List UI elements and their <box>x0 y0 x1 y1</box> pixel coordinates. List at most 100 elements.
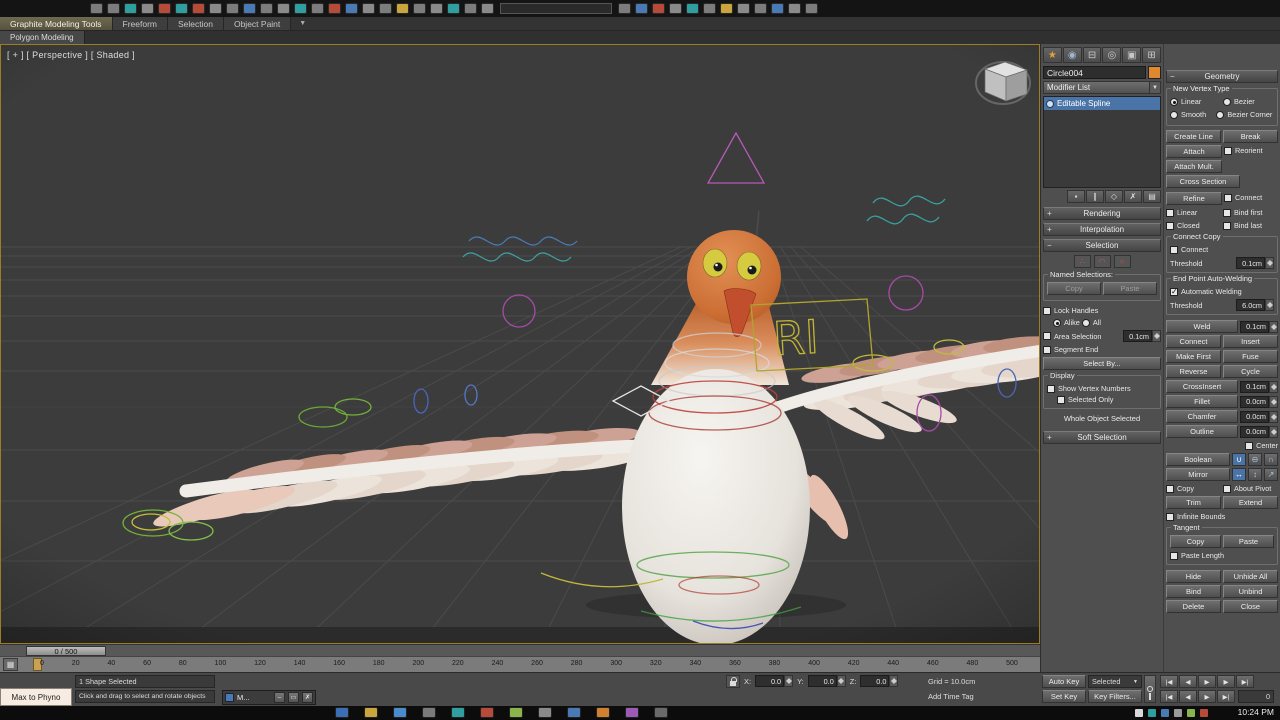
bezier-vertex-radio[interactable]: Bezier <box>1223 96 1274 107</box>
area-selection-spinner[interactable]: 0.1cm <box>1123 330 1161 342</box>
boolean-subtract-icon[interactable]: ⊖ <box>1248 453 1262 466</box>
backward-button[interactable]: ◀ <box>1179 690 1197 703</box>
bind-button[interactable]: Bind <box>1166 585 1221 598</box>
taskbar-app-4[interactable] <box>509 707 523 718</box>
mirror-vertical-icon[interactable]: ↕ <box>1248 468 1262 481</box>
percent-snap-icon[interactable] <box>396 3 409 14</box>
tangent-paste-button[interactable]: Paste <box>1223 535 1274 548</box>
next-frame-button[interactable]: ▶ <box>1217 675 1235 688</box>
weld-spinner[interactable]: 0.1cm <box>1240 320 1278 333</box>
make-first-button[interactable]: Make First <box>1166 350 1221 363</box>
material-editor-icon[interactable] <box>669 3 682 14</box>
tray-icon-4[interactable] <box>1174 709 1182 717</box>
reference-coordinate-icon[interactable] <box>294 3 307 14</box>
go-to-start-button[interactable]: |◀ <box>1160 675 1178 688</box>
use-pivot-icon[interactable] <box>311 3 324 14</box>
named-selection-paste-button[interactable]: Paste <box>1103 282 1157 295</box>
go-to-end-button[interactable]: ▶| <box>1236 675 1254 688</box>
viewport-canvas[interactable]: RI <box>1 45 1039 643</box>
bind-first-checkbox[interactable]: Bind first <box>1223 207 1278 218</box>
select-and-rotate-icon[interactable] <box>260 3 273 14</box>
break-button[interactable]: Break <box>1223 130 1278 143</box>
segment-end-checkbox[interactable]: Segment End <box>1043 344 1161 355</box>
taskbar-app-media[interactable] <box>393 707 407 718</box>
closed-checkbox[interactable]: Closed <box>1166 220 1221 231</box>
named-selection-copy-button[interactable]: Copy <box>1047 282 1101 295</box>
mirror-both-icon[interactable]: ↗ <box>1264 468 1278 481</box>
outline-spinner[interactable]: 0.0cm <box>1240 425 1278 438</box>
close-button[interactable]: Close <box>1223 600 1278 613</box>
unlink-icon[interactable] <box>141 3 154 14</box>
next-key-button[interactable]: ▶| <box>1217 690 1235 703</box>
align-icon[interactable] <box>464 3 477 14</box>
lock-handles-checkbox[interactable]: Lock Handles <box>1043 305 1161 316</box>
rollout-geometry[interactable]: − Geometry <box>1166 70 1278 83</box>
unhide-all-button[interactable]: Unhide All <box>1223 570 1278 583</box>
add-time-tag-label[interactable]: Add Time Tag <box>928 692 974 701</box>
automatic-welding-checkbox[interactable]: Automatic Welding <box>1170 286 1274 297</box>
minimized-window[interactable]: M... – ▭ ✗ <box>222 690 316 705</box>
minimize-icon[interactable]: – <box>274 692 285 703</box>
about-pivot-checkbox[interactable]: About Pivot <box>1223 483 1278 494</box>
x-coordinate-spinner[interactable]: 0.0 <box>755 675 794 687</box>
tray-icon-6[interactable] <box>1200 709 1208 717</box>
hide-button[interactable]: Hide <box>1166 570 1221 583</box>
time-slider-handle[interactable]: 0 / 500 <box>26 646 106 656</box>
viewport-perspective[interactable]: [ + ] [ Perspective ] [ Shaded ] <box>0 44 1040 644</box>
taskbar-app-8[interactable] <box>625 707 639 718</box>
center-checkbox[interactable]: Center <box>1245 440 1278 451</box>
attach-button[interactable]: Attach <box>1166 145 1222 158</box>
undo-icon[interactable] <box>90 3 103 14</box>
reorient-checkbox[interactable]: Reorient <box>1224 145 1278 156</box>
mirror-tool-icon[interactable] <box>447 3 460 14</box>
outline-button[interactable]: Outline <box>1166 425 1238 438</box>
track-bar[interactable]: ▦ 0 20 40 60 80 100 120 140 160 180 200 220 240 260 28… <box>0 656 1040 672</box>
max-to-phyno-button[interactable]: Max to Phyno <box>0 688 72 706</box>
spline-mode-icon[interactable]: ○ <box>1113 255 1131 268</box>
make-unique-icon[interactable]: ◇ <box>1105 190 1123 203</box>
snap-toggle-icon[interactable] <box>362 3 375 14</box>
rollout-soft-selection[interactable]: + Soft Selection <box>1043 431 1161 444</box>
tab-freeform[interactable]: Freeform <box>112 17 168 30</box>
mirror-button[interactable]: Mirror <box>1166 468 1230 481</box>
render-iterative-icon[interactable] <box>737 3 750 14</box>
pin-stack-icon[interactable]: ▪ <box>1067 190 1085 203</box>
redo-icon[interactable] <box>107 3 120 14</box>
configure-modifier-sets-icon[interactable]: ▤ <box>1143 190 1161 203</box>
z-coordinate-spinner[interactable]: 0.0 <box>860 675 899 687</box>
linear-checkbox[interactable]: Linear <box>1166 207 1221 218</box>
taskbar-app-1[interactable] <box>422 707 436 718</box>
bezier-corner-vertex-radio[interactable]: Bezier Corner <box>1216 109 1274 120</box>
graphite-ribbon-icon[interactable] <box>618 3 631 14</box>
rendered-frame-icon[interactable] <box>703 3 716 14</box>
schematic-view-icon[interactable] <box>652 3 665 14</box>
linear-vertex-radio[interactable]: Linear <box>1170 96 1221 107</box>
current-frame-field[interactable]: 0 <box>1238 690 1274 703</box>
crossing-selection-icon[interactable] <box>226 3 239 14</box>
taskbar-app-browser[interactable] <box>335 707 349 718</box>
stack-item-editable-spline[interactable]: Editable Spline <box>1044 97 1160 110</box>
weld-threshold-spinner[interactable]: 6.0cm <box>1236 299 1274 311</box>
tray-icon-3[interactable] <box>1161 709 1169 717</box>
render-production-icon[interactable] <box>720 3 733 14</box>
paste-length-checkbox[interactable]: Paste Length <box>1170 550 1274 561</box>
hierarchy-tab-icon[interactable]: ⊟ <box>1082 47 1102 63</box>
remove-modifier-icon[interactable]: ✗ <box>1124 190 1142 203</box>
all-radio[interactable]: All <box>1081 317 1101 328</box>
insert-button[interactable]: Insert <box>1223 335 1278 348</box>
selection-lock-icon[interactable] <box>726 675 740 688</box>
weld-button[interactable]: Weld <box>1166 320 1238 333</box>
taskbar-app-7[interactable] <box>596 707 610 718</box>
edit-named-selections-icon[interactable] <box>430 3 443 14</box>
rollout-interpolation[interactable]: + Interpolation <box>1043 223 1161 236</box>
restore-icon[interactable]: ▭ <box>288 692 299 703</box>
modifier-onoff-icon[interactable] <box>1046 99 1054 108</box>
vertex-mode-icon[interactable]: ∴ <box>1073 255 1091 268</box>
extend-button[interactable]: Extend <box>1223 496 1278 509</box>
taskbar-app-3[interactable] <box>480 707 494 718</box>
trim-button[interactable]: Trim <box>1166 496 1221 509</box>
select-and-scale-icon[interactable] <box>277 3 290 14</box>
create-line-button[interactable]: Create Line <box>1166 130 1221 143</box>
render-setup-icon[interactable] <box>686 3 699 14</box>
auto-key-button[interactable]: Auto Key <box>1042 675 1086 688</box>
